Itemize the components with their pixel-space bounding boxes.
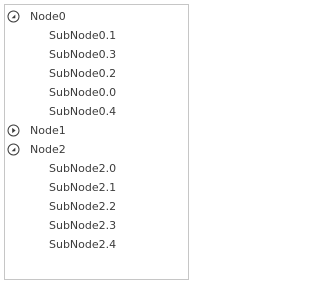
tree-node-label: SubNode2.4 [49, 238, 117, 251]
tree-view[interactable]: Node0 SubNode0.1 SubNode0.3 SubNode0.2 S… [4, 4, 189, 280]
tree-node-label: SubNode2.3 [49, 219, 117, 232]
tree-node-label: SubNode0.1 [49, 29, 117, 42]
tree-node-label: SubNode2.2 [49, 200, 117, 213]
circle-chevron-down-icon[interactable] [7, 143, 20, 156]
tree-node-label: SubNode0.4 [49, 105, 117, 118]
tree-node-label: SubNode0.3 [49, 48, 117, 61]
tree-node-label: SubNode0.2 [49, 67, 117, 80]
tree-node-label: Node0 [30, 10, 66, 23]
tree-node-label: SubNode2.1 [49, 181, 117, 194]
tree-node-label: SubNode0.0 [49, 86, 117, 99]
circle-chevron-down-icon[interactable] [7, 10, 20, 23]
tree-node-label: Node2 [30, 143, 66, 156]
tree-node-label: Node1 [30, 124, 66, 137]
circle-chevron-right-icon[interactable] [7, 124, 20, 137]
tree-node-label: SubNode2.0 [49, 162, 117, 175]
